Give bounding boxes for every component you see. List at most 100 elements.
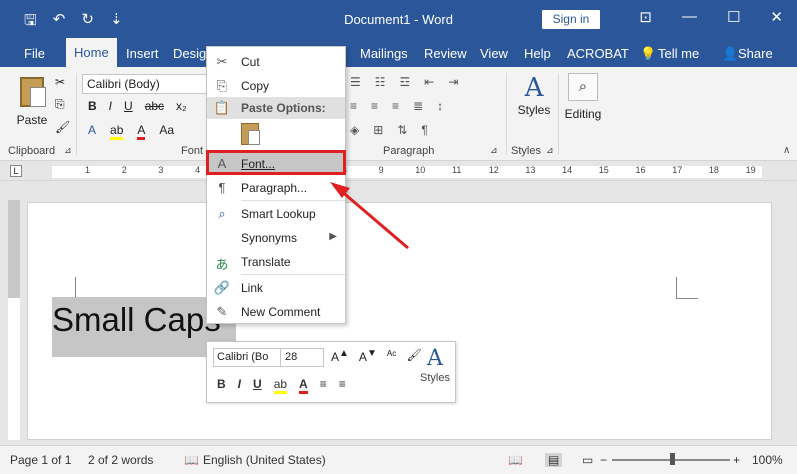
mini-bullets-button[interactable]: ≡: [320, 377, 327, 394]
numbering-icon[interactable]: ☷: [375, 75, 386, 89]
language-indicator[interactable]: English (United States): [203, 453, 326, 467]
horizontal-ruler[interactable]: L 12345678910111213141516171819: [0, 162, 797, 181]
paste-icon: [20, 77, 46, 107]
mini-font-color-button[interactable]: A: [299, 377, 308, 394]
tab-acrobat[interactable]: ACROBAT: [567, 46, 629, 61]
menu-item-smart-lookup[interactable]: ⌕ Smart Lookup: [207, 203, 345, 225]
share-button[interactable]: Share: [738, 46, 773, 61]
tab-selector-icon[interactable]: L: [10, 165, 22, 177]
tab-view[interactable]: View: [480, 46, 508, 61]
proofing-icon[interactable]: 📖: [184, 453, 199, 467]
borders-icon[interactable]: ⊞: [373, 123, 383, 137]
read-mode-icon[interactable]: 📖: [508, 453, 523, 467]
tell-me-search[interactable]: Tell me: [658, 46, 699, 61]
mini-numbering-button[interactable]: ≡: [339, 377, 346, 394]
paste-label: Paste: [16, 113, 48, 127]
collapse-ribbon-icon[interactable]: ∧: [783, 145, 790, 156]
tab-mailings[interactable]: Mailings: [360, 46, 408, 61]
ribbon-display-icon[interactable]: ⊡: [639, 8, 652, 26]
multilevel-list-icon[interactable]: ☲: [400, 75, 411, 89]
link-icon: 🔗: [213, 280, 231, 295]
styles-label: Styles: [517, 103, 551, 117]
menu-item-cut[interactable]: ✂ Cut: [207, 51, 345, 73]
menu-item-link[interactable]: 🔗 Link: [207, 277, 345, 299]
group-divider: [76, 73, 77, 155]
align-left-icon[interactable]: ≡: [350, 99, 357, 113]
group-divider: [558, 73, 559, 155]
align-center-icon[interactable]: ≡: [371, 99, 378, 113]
sort-icon[interactable]: ⇅: [397, 123, 407, 137]
shrink-font-icon[interactable]: A▼: [359, 348, 377, 364]
paste-keep-text-only-button[interactable]: [239, 123, 261, 149]
editing-button[interactable]: ⌕ Editing: [562, 73, 604, 121]
ruler-number: 16: [635, 165, 646, 175]
format-painter-icon[interactable]: 🖌: [55, 120, 70, 134]
tab-help[interactable]: Help: [524, 46, 551, 61]
mini-bold-button[interactable]: B: [217, 377, 226, 394]
grow-font-icon[interactable]: A▲: [331, 348, 349, 364]
menu-item-copy[interactable]: ⎘ Copy: [207, 75, 345, 97]
mini-font-name-box[interactable]: Calibri (Bo: [213, 348, 281, 367]
font-color-button[interactable]: A: [137, 123, 146, 140]
print-layout-icon[interactable]: ▤: [545, 453, 563, 467]
align-right-icon[interactable]: ≡: [392, 99, 399, 113]
styles-button[interactable]: A Styles: [512, 73, 556, 117]
mini-styles-button[interactable]: A Styles: [417, 346, 453, 384]
close-icon[interactable]: ✕: [770, 8, 783, 26]
italic-button[interactable]: I: [109, 99, 112, 113]
text-effects-button[interactable]: A: [88, 123, 96, 140]
menu-divider: [241, 274, 345, 275]
clear-formatting-icon[interactable]: ᴬᶜ: [387, 348, 397, 364]
share-icon: 👤: [722, 46, 739, 61]
decrease-indent-icon[interactable]: ⇤: [424, 75, 434, 89]
margin-corner-mark: [676, 277, 698, 299]
mini-toolbar-row1: A▲ A▼ ᴬᶜ 🖌: [331, 348, 422, 364]
zoom-out-button[interactable]: −: [600, 453, 607, 467]
copy-icon[interactable]: ⎘: [55, 97, 70, 112]
minimize-icon[interactable]: —: [682, 8, 697, 26]
page-count[interactable]: Page 1 of 1: [10, 453, 71, 467]
subscript-button[interactable]: x₂: [176, 99, 187, 113]
menu-item-translate[interactable]: あ Translate: [207, 251, 345, 273]
menu-item-new-comment[interactable]: ✎ New Comment: [207, 301, 345, 323]
shading-icon[interactable]: ◈: [350, 123, 359, 137]
mini-underline-button[interactable]: U: [253, 377, 262, 394]
paste-button[interactable]: Paste: [12, 73, 52, 147]
bullets-icon[interactable]: ☰: [350, 75, 361, 89]
tab-insert[interactable]: Insert: [126, 46, 159, 61]
group-label-paragraph: Paragraph: [383, 145, 435, 157]
strikethrough-button[interactable]: abc: [145, 99, 164, 113]
sign-in-button[interactable]: Sign in: [542, 10, 600, 29]
menu-item-label: Paragraph...: [241, 181, 308, 195]
zoom-in-button[interactable]: +: [733, 453, 740, 467]
word-count[interactable]: 2 of 2 words: [88, 453, 153, 467]
increase-indent-icon[interactable]: ⇥: [448, 75, 458, 89]
justify-icon[interactable]: ≣: [413, 99, 423, 113]
mini-highlight-button[interactable]: ab: [273, 377, 288, 394]
highlight-button[interactable]: ab: [110, 123, 124, 140]
bold-button[interactable]: B: [88, 99, 97, 113]
clipboard-launcher-icon[interactable]: ⊿: [64, 145, 72, 156]
show-marks-icon[interactable]: ¶: [421, 123, 427, 137]
tab-file[interactable]: File: [24, 46, 45, 61]
web-layout-icon[interactable]: ▭: [582, 453, 593, 467]
change-case-button[interactable]: Aa: [159, 123, 174, 140]
paragraph-tools-row3: ◈ ⊞ ⇅ ¶: [350, 123, 428, 137]
line-spacing-icon[interactable]: ↕: [437, 99, 443, 113]
menu-item-paragraph[interactable]: ¶ Paragraph...: [207, 177, 345, 199]
styles-icon: A: [427, 346, 443, 371]
zoom-level[interactable]: 100%: [752, 453, 783, 467]
menu-item-synonyms[interactable]: Synonyms ▶: [207, 227, 345, 249]
tab-review[interactable]: Review: [424, 46, 467, 61]
styles-launcher-icon[interactable]: ⊿: [546, 145, 554, 156]
underline-button[interactable]: U: [124, 99, 133, 113]
maximize-icon[interactable]: ☐: [727, 8, 740, 26]
font-name-box[interactable]: Calibri (Body): [82, 74, 210, 94]
mini-italic-button[interactable]: I: [238, 377, 241, 394]
zoom-slider-thumb[interactable]: [670, 453, 675, 465]
cut-icon[interactable]: ✂: [55, 75, 70, 89]
paragraph-launcher-icon[interactable]: ⊿: [490, 145, 498, 156]
font-effects-row: A ab A Aa: [88, 123, 174, 140]
tab-home[interactable]: Home: [66, 38, 117, 67]
mini-font-size-box[interactable]: 28: [280, 348, 324, 367]
